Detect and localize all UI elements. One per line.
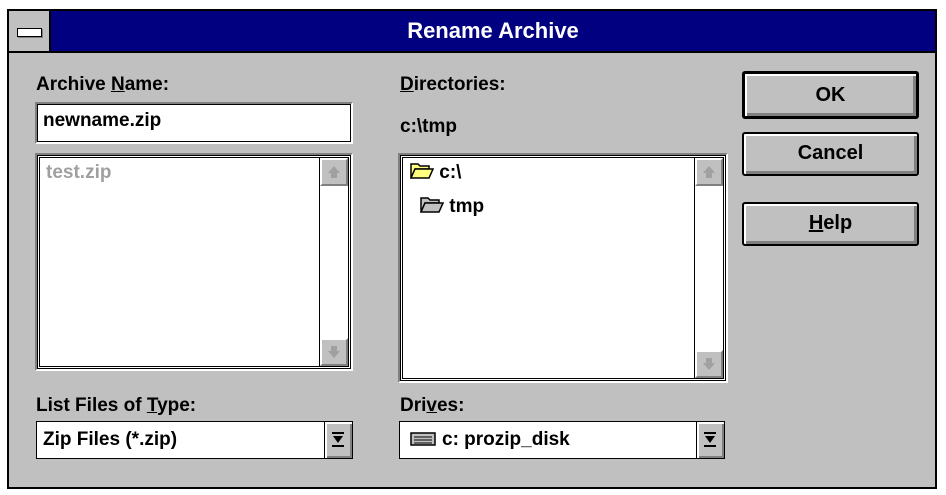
file-type-dropdown[interactable]: Zip Files (*.zip): [36, 421, 353, 459]
file-type-label: List Files of Type:: [36, 395, 197, 416]
directories-label: Directories:: [400, 74, 506, 95]
drives-dropdown[interactable]: c: prozip_disk: [399, 421, 725, 459]
directory-item-label: tmp: [449, 196, 485, 217]
directory-list[interactable]: c:\ tmp: [398, 153, 728, 383]
arrow-down-icon: [703, 358, 715, 370]
archive-name-label: Archive Name:: [36, 74, 170, 95]
file-type-value: Zip Files (*.zip): [43, 429, 178, 450]
dropdown-arrow-icon: [704, 432, 716, 447]
file-list[interactable]: test.zip: [35, 153, 353, 371]
open-folder-icon: [419, 197, 445, 213]
system-menu-button[interactable]: [9, 11, 51, 51]
hard-drive-icon: [410, 432, 436, 446]
drives-label: Drives:: [400, 395, 465, 416]
archive-name-input[interactable]: newname.zip: [35, 102, 353, 144]
window-title: Rename Archive: [407, 18, 579, 43]
cancel-button[interactable]: Cancel: [742, 132, 919, 176]
dropdown-arrow-icon: [332, 432, 344, 447]
drives-value: c: prozip_disk: [410, 429, 570, 451]
directory-item-label: c:\: [439, 162, 462, 183]
title-bar[interactable]: Rename Archive: [9, 11, 935, 53]
scroll-down-button[interactable]: [695, 350, 723, 378]
directory-item-tmp[interactable]: tmp: [419, 195, 485, 218]
directory-item-root[interactable]: c:\: [409, 161, 462, 184]
drives-dropdown-button[interactable]: [696, 422, 724, 458]
file-list-scrollbar[interactable]: [319, 158, 348, 366]
archive-name-value: newname.zip: [43, 110, 162, 131]
system-menu-icon: [17, 28, 42, 37]
file-type-dropdown-button[interactable]: [324, 422, 352, 458]
rename-archive-dialog: Rename Archive Archive Name: newname.zip…: [7, 9, 937, 489]
scroll-up-button[interactable]: [695, 158, 723, 186]
arrow-up-icon: [328, 166, 340, 178]
scroll-down-button[interactable]: [320, 338, 348, 366]
list-item[interactable]: test.zip: [46, 162, 111, 184]
directory-list-scrollbar[interactable]: [694, 158, 723, 378]
arrow-down-icon: [328, 346, 340, 358]
help-button[interactable]: Help: [742, 202, 919, 246]
scroll-up-button[interactable]: [320, 158, 348, 186]
current-directory-path: c:\tmp: [400, 116, 457, 137]
arrow-up-icon: [703, 166, 715, 178]
ok-button[interactable]: OK: [742, 71, 919, 119]
open-folder-icon: [409, 163, 435, 179]
